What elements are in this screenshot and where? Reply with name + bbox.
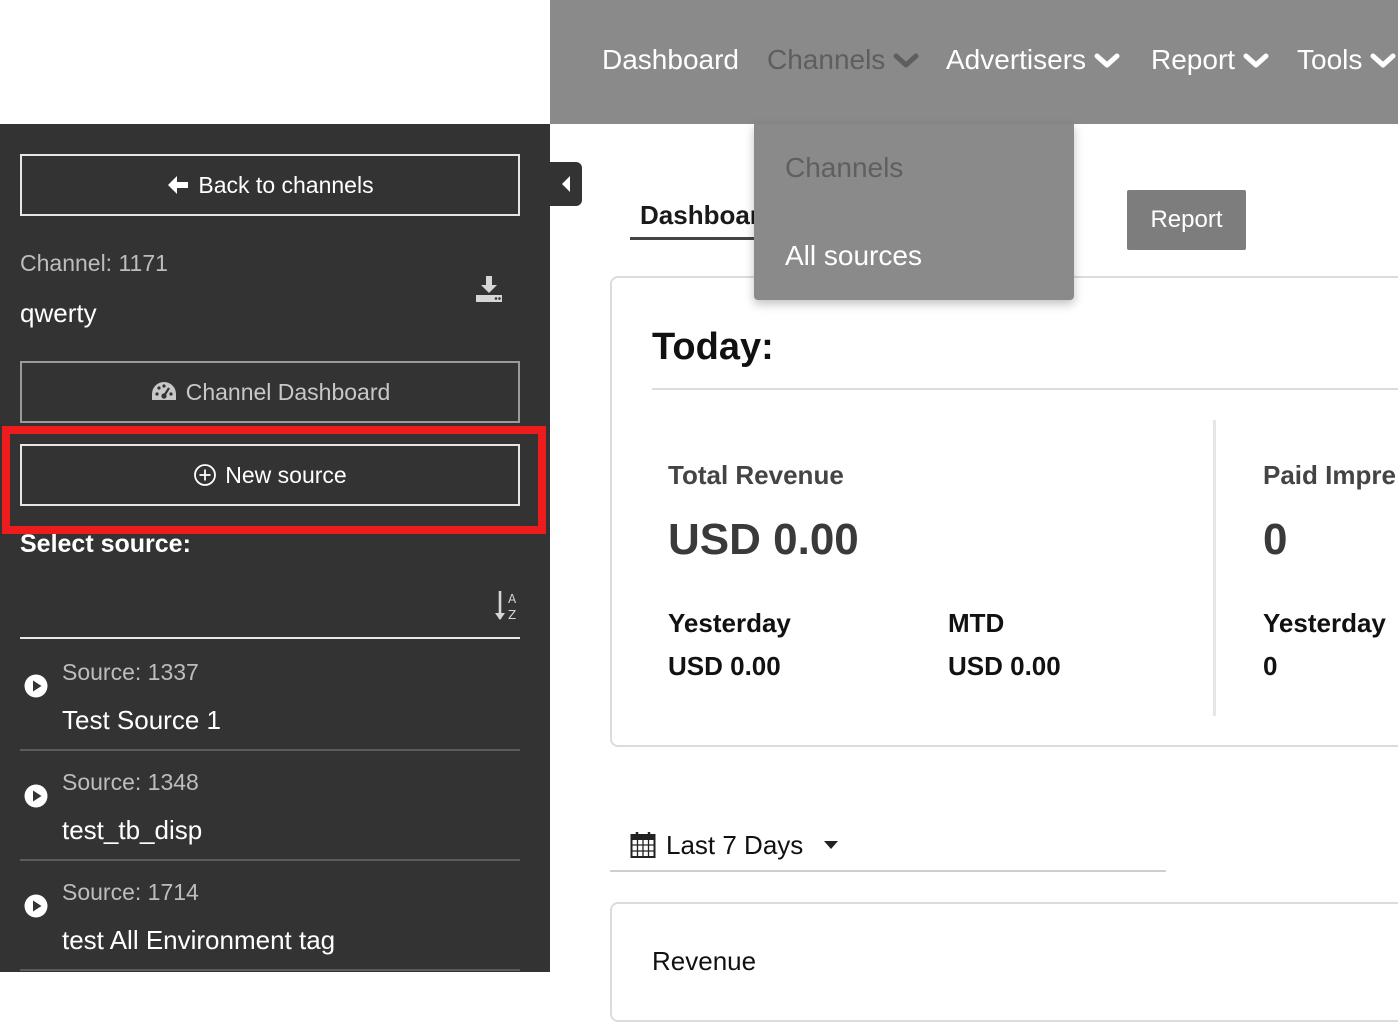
- caret-left-icon: [562, 176, 570, 192]
- dropdown-item-channels[interactable]: Channels: [785, 152, 903, 184]
- mtd-label: MTD: [948, 608, 1005, 638]
- chevron-down-icon: [1370, 53, 1396, 68]
- back-to-channels-button[interactable]: Back to channels: [20, 154, 520, 216]
- svg-text:A: A: [508, 592, 517, 606]
- divider: [1213, 420, 1216, 716]
- channel-dashboard-label: Channel Dashboard: [185, 378, 391, 405]
- nav-report-label: Report: [1151, 44, 1236, 75]
- source-id: Source: 1714: [62, 879, 199, 905]
- chevron-down-icon: [1094, 53, 1120, 68]
- sort-alpha-icon[interactable]: A Z: [494, 588, 522, 624]
- channel-id: Channel: 1171: [20, 250, 168, 276]
- new-source-label: New source: [225, 461, 347, 488]
- paid-yesterday-value: 0: [1263, 651, 1278, 681]
- sidebar-collapse-toggle[interactable]: [550, 162, 582, 206]
- total-revenue-value: USD 0.00: [668, 515, 859, 564]
- source-id: Source: 1348: [62, 769, 199, 795]
- top-nav: Dashboard Channels Advertisers Report To…: [550, 0, 1398, 124]
- caret-down-icon: [824, 841, 839, 849]
- calendar-icon: [630, 832, 656, 858]
- paid-impressions-value: 0: [1263, 515, 1288, 564]
- list-item[interactable]: Source: 1348 test_tb_disp: [20, 751, 520, 861]
- channels-dropdown: Channels All sources: [754, 124, 1074, 300]
- today-title: Today:: [652, 326, 774, 368]
- paid-impressions-label: Paid Impre: [1263, 460, 1396, 490]
- channel-name: qwerty: [20, 298, 97, 328]
- tab-dashboard[interactable]: Dashboard: [630, 200, 760, 240]
- select-source-label: Select source:: [20, 530, 191, 558]
- nav-advertisers-label: Advertisers: [946, 44, 1087, 75]
- nav-channels-label: Channels: [767, 44, 886, 75]
- logo-area: [0, 0, 550, 124]
- nav-dashboard[interactable]: Dashboard: [602, 44, 739, 76]
- play-circle-icon: [24, 784, 48, 808]
- yesterday-label: Yesterday: [668, 608, 791, 638]
- nav-tools[interactable]: Tools: [1297, 44, 1396, 76]
- source-name: test_tb_disp: [62, 815, 203, 845]
- nav-report[interactable]: Report: [1151, 44, 1269, 76]
- source-search-input[interactable]: [20, 637, 520, 639]
- arrow-left-icon: [168, 176, 189, 194]
- report-button[interactable]: Report: [1127, 190, 1246, 250]
- svg-text:Z: Z: [508, 608, 516, 622]
- plus-circle-icon: [194, 464, 217, 486]
- new-source-button[interactable]: New source: [20, 444, 520, 506]
- play-circle-icon: [24, 674, 48, 698]
- paid-yesterday-label: Yesterday: [1263, 608, 1386, 638]
- channel-dashboard-button[interactable]: Channel Dashboard: [20, 361, 520, 423]
- revenue-label: Revenue: [652, 946, 757, 976]
- date-range-label: Last 7 Days: [666, 829, 804, 860]
- date-range-picker[interactable]: Last 7 Days: [610, 820, 1166, 872]
- divider: [652, 388, 1398, 390]
- list-item[interactable]: Source: 1337 Test Source 1: [20, 641, 520, 751]
- back-to-channels-label: Back to channels: [198, 171, 374, 198]
- tachometer-icon: [151, 382, 176, 400]
- list-item[interactable]: Source: 1714 test All Environment tag: [20, 861, 520, 971]
- nav-tools-label: Tools: [1297, 44, 1363, 75]
- dropdown-item-all-sources[interactable]: All sources: [785, 240, 922, 272]
- chevron-down-icon: [1243, 53, 1269, 68]
- play-circle-icon: [24, 894, 48, 918]
- mtd-value: USD 0.00: [948, 651, 1061, 681]
- download-icon[interactable]: [474, 274, 504, 304]
- chevron-down-icon: [893, 53, 919, 68]
- source-name: Test Source 1: [62, 705, 221, 735]
- total-revenue-label: Total Revenue: [668, 460, 844, 490]
- yesterday-value: USD 0.00: [668, 651, 781, 681]
- source-name: test All Environment tag: [62, 925, 336, 955]
- source-id: Source: 1337: [62, 659, 199, 685]
- nav-channels[interactable]: Channels: [767, 44, 919, 76]
- nav-advertisers[interactable]: Advertisers: [946, 44, 1120, 76]
- nav-dashboard-label: Dashboard: [602, 44, 739, 75]
